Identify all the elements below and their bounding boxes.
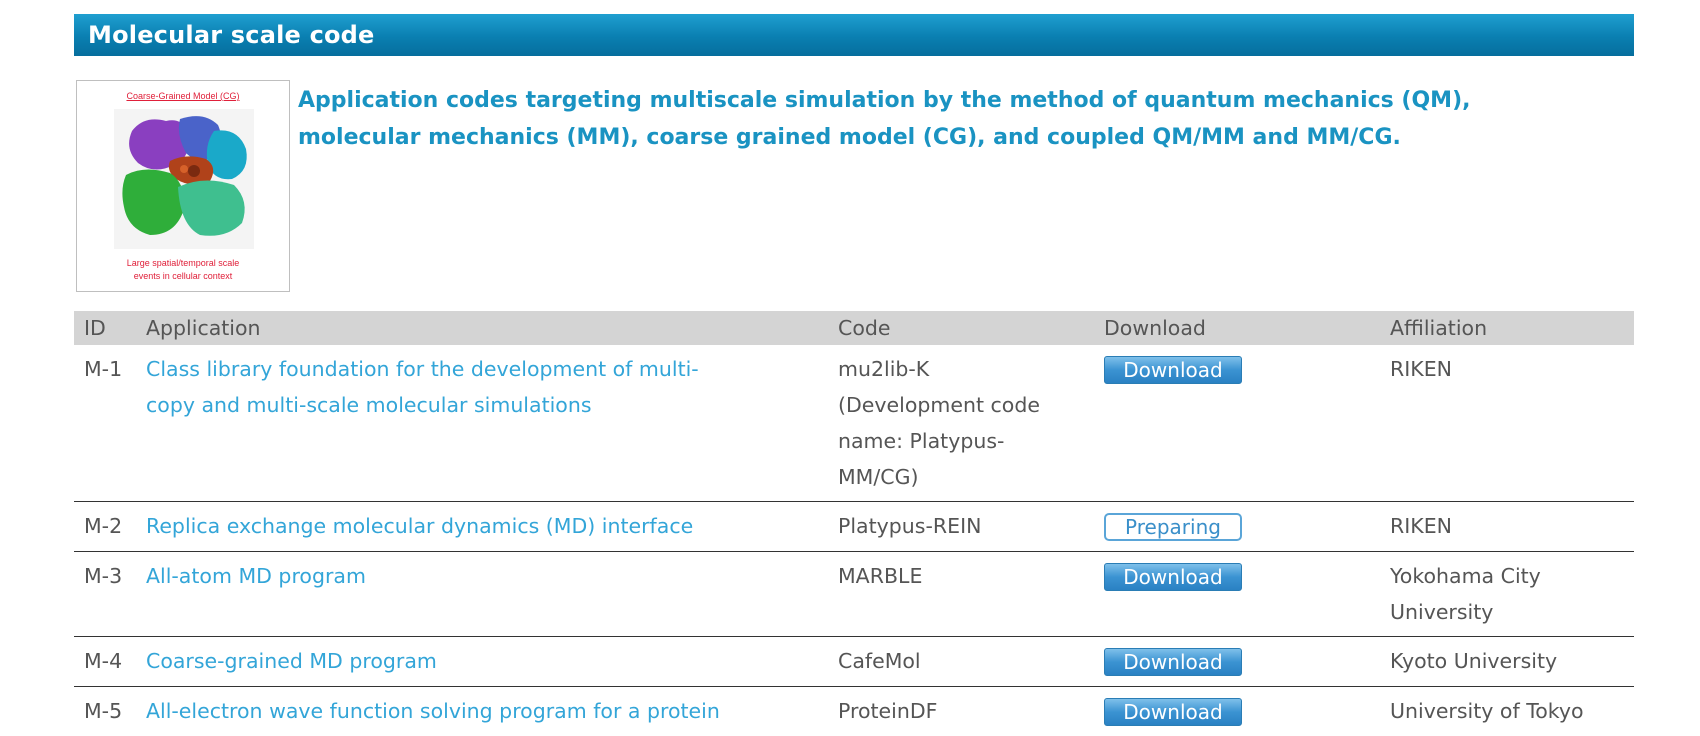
preparing-button[interactable]: Preparing <box>1104 513 1242 541</box>
header-code: Code <box>828 311 1094 345</box>
intro-text: Application codes targeting multiscale s… <box>298 82 1628 156</box>
applications-table: ID Application Code Download Affiliation… <box>74 311 1634 736</box>
download-button[interactable]: Download <box>1104 648 1242 676</box>
application-link[interactable]: Replica exchange molecular dynamics (MD)… <box>146 514 693 538</box>
thumbnail-title: Coarse-Grained Model (CG) <box>77 91 289 101</box>
section-title: Molecular scale code <box>74 14 1634 56</box>
table-row: M-3 All-atom MD program MARBLE Download … <box>74 552 1634 637</box>
application-link[interactable]: All-atom MD program <box>146 564 366 588</box>
row-affiliation: Yokohama City University <box>1380 552 1634 637</box>
download-button[interactable]: Download <box>1104 698 1242 726</box>
row-id: M-3 <box>74 552 136 637</box>
row-code: mu2lib-K (Development code name: Platypu… <box>828 345 1094 502</box>
row-id: M-4 <box>74 637 136 687</box>
protein-structure-image <box>114 109 254 249</box>
table-row: M-2 Replica exchange molecular dynamics … <box>74 502 1634 552</box>
table-row: M-5 All-electron wave function solving p… <box>74 687 1634 736</box>
row-code: ProteinDF <box>828 687 1094 736</box>
row-id: M-2 <box>74 502 136 552</box>
download-button[interactable]: Download <box>1104 356 1242 384</box>
table-row: M-4 Coarse-grained MD program CafeMol Do… <box>74 637 1634 687</box>
table-row: M-1 Class library foundation for the dev… <box>74 345 1634 502</box>
download-button[interactable]: Download <box>1104 563 1242 591</box>
row-id: M-1 <box>74 345 136 502</box>
application-link[interactable]: All-electron wave function solving progr… <box>146 699 720 723</box>
row-affiliation: University of Tokyo <box>1380 687 1634 736</box>
row-id: M-5 <box>74 687 136 736</box>
header-download: Download <box>1094 311 1380 345</box>
row-affiliation: RIKEN <box>1380 502 1634 552</box>
header-id: ID <box>74 311 136 345</box>
application-link[interactable]: Class library foundation for the develop… <box>146 357 699 417</box>
row-affiliation: RIKEN <box>1380 345 1634 502</box>
row-code: Platypus-REIN <box>828 502 1094 552</box>
table-header-row: ID Application Code Download Affiliation <box>74 311 1634 345</box>
row-affiliation: Kyoto University <box>1380 637 1634 687</box>
application-link[interactable]: Coarse-grained MD program <box>146 649 437 673</box>
row-code: MARBLE <box>828 552 1094 637</box>
thumbnail-caption: Large spatial/temporal scale events in c… <box>77 257 289 283</box>
row-code: CafeMol <box>828 637 1094 687</box>
header-affiliation: Affiliation <box>1380 311 1634 345</box>
header-application: Application <box>136 311 828 345</box>
coarse-grained-model-thumbnail: Coarse-Grained Model (CG) Large spatial/… <box>76 80 290 292</box>
